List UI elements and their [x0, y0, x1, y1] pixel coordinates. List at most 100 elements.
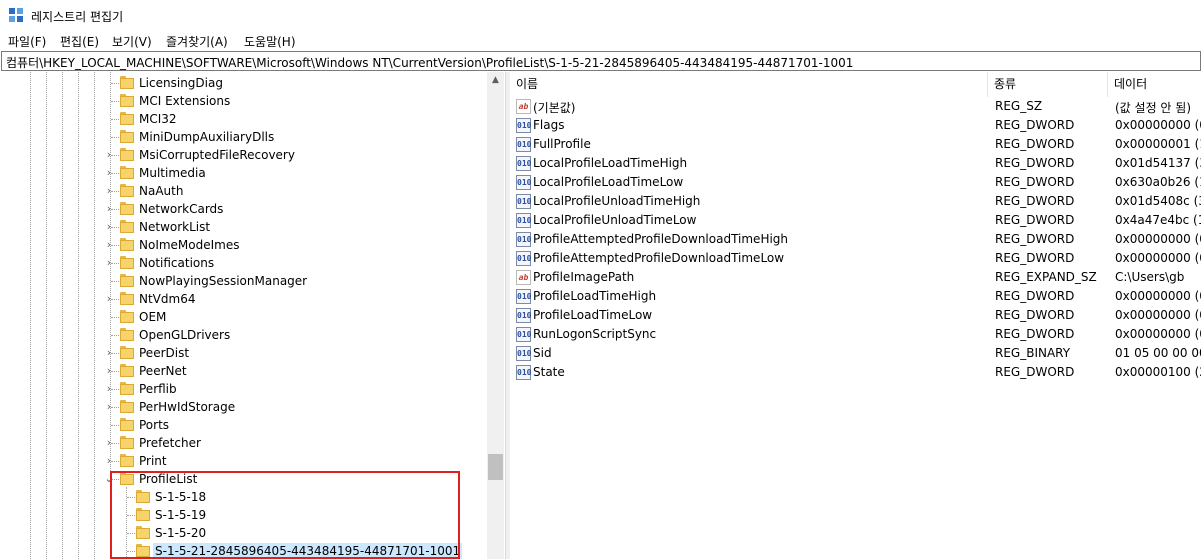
- tree-item[interactable]: MCI Extensions: [0, 92, 487, 110]
- value-row[interactable]: 010Flags REG_DWORD 0x00000000 (0): [510, 116, 1201, 135]
- tree-item[interactable]: › Notifications: [0, 254, 487, 272]
- value-name: LocalProfileUnloadTimeLow: [533, 213, 697, 227]
- chevron-right-icon[interactable]: ›: [104, 380, 114, 398]
- tree-item-label[interactable]: NetworkList: [137, 219, 212, 235]
- address-bar[interactable]: 컴퓨터\HKEY_LOCAL_MACHINE\SOFTWARE\Microsof…: [1, 51, 1201, 71]
- chevron-right-icon[interactable]: ›: [104, 200, 114, 218]
- menu-help[interactable]: 도움말(H): [244, 33, 296, 50]
- tree-item-label[interactable]: NaAuth: [137, 183, 185, 199]
- tree-item-label[interactable]: MiniDumpAuxiliaryDlls: [137, 129, 276, 145]
- chevron-right-icon[interactable]: ›: [104, 452, 114, 470]
- value-row[interactable]: ab (기본값) REG_SZ (값 설정 안 됨): [510, 97, 1201, 116]
- tree-item-label[interactable]: NowPlayingSessionManager: [137, 273, 309, 289]
- folder-icon: [120, 454, 134, 467]
- value-row[interactable]: 010 Sid REG_BINARY 01 05 00 00 00: [510, 344, 1201, 363]
- chevron-right-icon[interactable]: ›: [104, 218, 114, 236]
- value-row[interactable]: 010 ProfileAttemptedProfileDownloadTimeHi…: [510, 230, 1201, 249]
- chevron-right-icon[interactable]: ›: [104, 146, 114, 164]
- tree-item[interactable]: › Perflib: [0, 380, 487, 398]
- folder-icon: [120, 238, 134, 251]
- tree-item[interactable]: › Print: [0, 452, 487, 470]
- value-row[interactable]: 010 ProfileAttemptedProfileDownloadTimeLo…: [510, 249, 1201, 268]
- tree-item-label[interactable]: Notifications: [137, 255, 216, 271]
- tree-item-label[interactable]: NoImeModeImes: [137, 237, 242, 253]
- tree-item[interactable]: OEM: [0, 308, 487, 326]
- tree-item[interactable]: MCI32: [0, 110, 487, 128]
- chevron-right-icon[interactable]: ›: [104, 182, 114, 200]
- scroll-up-icon[interactable]: ▲: [487, 72, 504, 89]
- tree-item-label[interactable]: MCI Extensions: [137, 93, 232, 109]
- column-header-data[interactable]: 데이터: [1108, 72, 1201, 97]
- tree-item[interactable]: › NaAuth: [0, 182, 487, 200]
- chevron-right-icon[interactable]: ›: [104, 236, 114, 254]
- tree-item[interactable]: › Prefetcher: [0, 434, 487, 452]
- tree-connector: [111, 425, 119, 426]
- folder-icon: [120, 112, 134, 125]
- annotation-highlight-box: [110, 471, 460, 559]
- value-row[interactable]: 010 LocalProfileLoadTimeLow REG_DWORD 0x630…: [510, 173, 1201, 192]
- tree-item-label[interactable]: NetworkCards: [137, 201, 225, 217]
- tree-item-label[interactable]: PeerNet: [137, 363, 189, 379]
- tree-item-label[interactable]: Ports: [137, 417, 171, 433]
- tree-item[interactable]: › NetworkCards: [0, 200, 487, 218]
- value-row[interactable]: 010 RunLogonScriptSync REG_DWORD 0x00000000…: [510, 325, 1201, 344]
- chevron-right-icon[interactable]: ›: [104, 398, 114, 416]
- tree-item-label[interactable]: OpenGLDrivers: [137, 327, 232, 343]
- menu-edit[interactable]: 편집(E): [60, 33, 99, 50]
- value-name: ProfileImagePath: [533, 270, 635, 284]
- tree-item-label[interactable]: PerHwIdStorage: [137, 399, 237, 415]
- tree-item-label[interactable]: Print: [137, 453, 169, 469]
- address-path[interactable]: 컴퓨터\HKEY_LOCAL_MACHINE\SOFTWARE\Microsof…: [6, 54, 853, 71]
- chevron-right-icon[interactable]: ›: [104, 254, 114, 272]
- tree-item[interactable]: › PerHwIdStorage: [0, 398, 487, 416]
- column-header-name[interactable]: 이름: [510, 72, 988, 97]
- tree-item[interactable]: › PeerDist: [0, 344, 487, 362]
- tree-item[interactable]: › MsiCorruptedFileRecovery: [0, 146, 487, 164]
- tree-item[interactable]: MiniDumpAuxiliaryDlls: [0, 128, 487, 146]
- value-row[interactable]: ab ProfileImagePath REG_EXPAND_SZ C:\Users\…: [510, 268, 1201, 287]
- tree-item[interactable]: › Multimedia: [0, 164, 487, 182]
- chevron-right-icon[interactable]: ›: [104, 362, 114, 380]
- binary-value-icon: 010: [516, 289, 531, 304]
- tree-item[interactable]: OpenGLDrivers: [0, 326, 487, 344]
- value-row[interactable]: 010FullProfile REG_DWORD 0x00000001 (1): [510, 135, 1201, 154]
- tree-item[interactable]: › NtVdm64: [0, 290, 487, 308]
- value-data: 0x00000000 (0): [1115, 118, 1201, 132]
- tree-item[interactable]: › PeerNet: [0, 362, 487, 380]
- tree-item-label[interactable]: Prefetcher: [137, 435, 203, 451]
- title-bar: 레지스트리 편집기: [0, 0, 1201, 30]
- chevron-right-icon[interactable]: ›: [104, 164, 114, 182]
- menu-file[interactable]: 파일(F): [8, 33, 46, 50]
- value-name: ProfileLoadTimeLow: [533, 308, 653, 322]
- tree-item-label[interactable]: OEM: [137, 309, 168, 325]
- scrollbar-thumb[interactable]: [488, 454, 503, 480]
- value-row[interactable]: 010 LocalProfileUnloadTimeLow REG_DWORD 0x4…: [510, 211, 1201, 230]
- tree-item-label[interactable]: NtVdm64: [137, 291, 197, 307]
- chevron-right-icon[interactable]: ›: [104, 434, 114, 452]
- value-row[interactable]: 010 LocalProfileLoadTimeHigh REG_DWORD 0x01…: [510, 154, 1201, 173]
- value-row[interactable]: 010State REG_DWORD 0x00000100 (25: [510, 363, 1201, 382]
- tree-item-label[interactable]: Multimedia: [137, 165, 208, 181]
- tree-item[interactable]: LicensingDiag: [0, 74, 487, 92]
- value-row[interactable]: 010 ProfileLoadTimeHigh REG_DWORD 0x0000000…: [510, 287, 1201, 306]
- chevron-right-icon[interactable]: ›: [104, 290, 114, 308]
- tree-item[interactable]: NowPlayingSessionManager: [0, 272, 487, 290]
- tree-item[interactable]: › NetworkList: [0, 218, 487, 236]
- column-header-type[interactable]: 종류: [988, 72, 1108, 97]
- tree-item[interactable]: › NoImeModeImes: [0, 236, 487, 254]
- tree-item-label[interactable]: Perflib: [137, 381, 179, 397]
- menu-favorites[interactable]: 즐겨찾기(A): [166, 33, 228, 50]
- tree-item[interactable]: Ports: [0, 416, 487, 434]
- tree-item-label[interactable]: LicensingDiag: [137, 75, 225, 91]
- value-row[interactable]: 010 ProfileLoadTimeLow REG_DWORD 0x00000000…: [510, 306, 1201, 325]
- value-row[interactable]: 010 LocalProfileUnloadTimeHigh REG_DWORD 0x…: [510, 192, 1201, 211]
- tree-item-label[interactable]: MCI32: [137, 111, 179, 127]
- tree-scrollbar[interactable]: ▲: [487, 72, 504, 559]
- menu-view[interactable]: 보기(V): [112, 33, 152, 50]
- values-list[interactable]: 이름 종류 데이터 ab (기본값) REG_SZ (값 설정 안 됨) 010 Flag…: [510, 72, 1201, 559]
- tree-item-label[interactable]: PeerDist: [137, 345, 191, 361]
- folder-icon: [120, 328, 134, 341]
- chevron-right-icon[interactable]: ›: [104, 344, 114, 362]
- binary-value-icon: 010: [516, 346, 531, 361]
- tree-item-label[interactable]: MsiCorruptedFileRecovery: [137, 147, 297, 163]
